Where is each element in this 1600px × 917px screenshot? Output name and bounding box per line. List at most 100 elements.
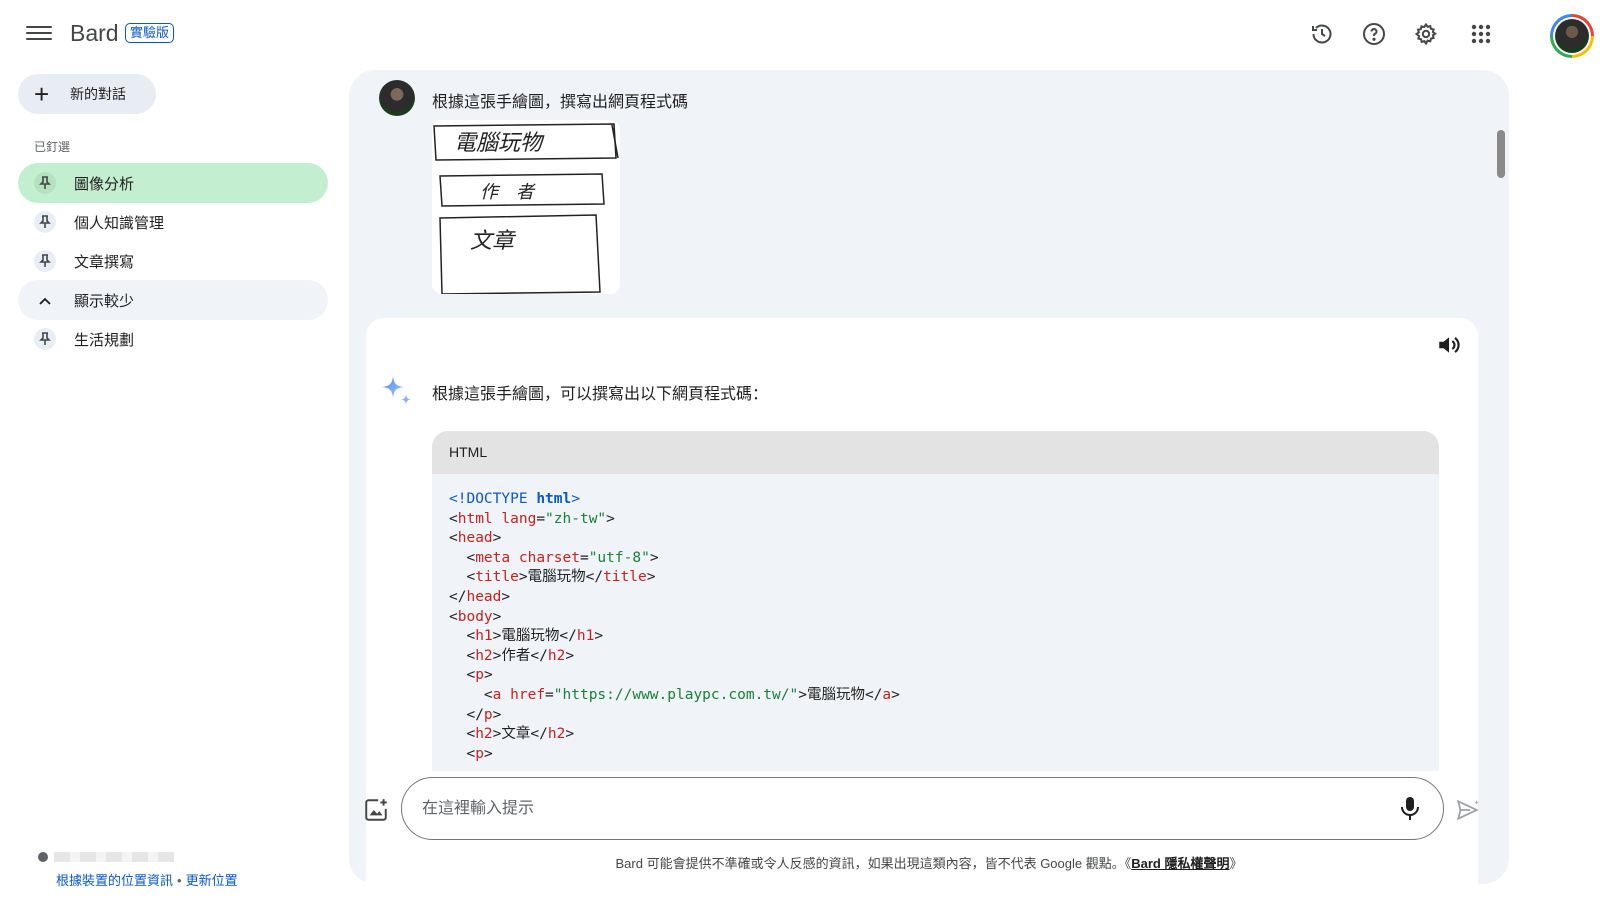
sidebar-item-article-writing[interactable]: 文章撰寫 — [18, 241, 328, 281]
code-token: p — [475, 745, 484, 762]
code-token: > — [483, 745, 493, 762]
pin-icon — [34, 211, 56, 233]
code-line: <h2>文章</h2> — [449, 725, 1422, 745]
code-token: >電腦玩物</ — [798, 686, 883, 703]
plus-icon: + — [34, 79, 50, 109]
code-token: h2 — [475, 647, 493, 664]
code-line: <meta charset="utf-8"> — [449, 549, 1422, 569]
code-token: > — [594, 628, 604, 645]
sidebar-item-pkm[interactable]: 個人知識管理 — [18, 202, 328, 242]
uploaded-sketch-image[interactable]: 電腦玩物 作 者 文章 — [432, 120, 620, 294]
code-token: = — [536, 510, 546, 527]
sidebar-item-label: 文章撰寫 — [74, 253, 135, 271]
code-token: "https://www.playpc.com.tw/" — [553, 686, 799, 703]
code-token: < — [449, 647, 476, 664]
code-line: <h1>電腦玩物</h1> — [449, 627, 1422, 647]
code-token: title — [603, 569, 647, 586]
update-location-link[interactable]: 更新位置 — [186, 873, 238, 888]
code-token: p — [475, 667, 484, 684]
code-token: href — [510, 686, 546, 703]
code-block: HTML <!DOCTYPE html> <html lang="zh-tw"> <… — [432, 431, 1439, 771]
code-token: > — [891, 686, 900, 703]
sketch-author-text: 作 者 — [480, 182, 536, 203]
code-token: < — [449, 549, 476, 566]
disclaimer-end: 》 — [1229, 856, 1243, 871]
code-token: > — [483, 667, 493, 684]
code-line: <!DOCTYPE html> — [449, 490, 1422, 510]
code-token: h1 — [475, 628, 493, 645]
code-token: charset — [518, 549, 580, 566]
pin-icon — [34, 172, 56, 194]
sketch-article-text: 文章 — [470, 229, 517, 254]
code-token: < — [449, 530, 458, 547]
pinned-section-label: 已釘選 — [34, 140, 71, 154]
speaker-icon[interactable] — [1436, 332, 1462, 358]
code-line: <p> — [449, 666, 1422, 686]
code-token: > — [606, 510, 615, 527]
pin-icon — [34, 250, 56, 272]
code-line: <title>電腦玩物</title> — [449, 568, 1422, 588]
location-separator: • — [177, 873, 182, 888]
privacy-link[interactable]: Bard 隱私權聲明 — [1131, 856, 1229, 871]
user-message: 根據這張手繪圖，撰寫出網頁程式碼 — [432, 94, 689, 111]
show-less-button[interactable]: 顯示較少 — [18, 280, 328, 320]
menu-icon[interactable] — [26, 22, 52, 44]
code-token: title — [475, 569, 519, 586]
conversation-panel: 根據這張手繪圖，撰寫出網頁程式碼 電腦玩物 作 者 文章 根據這張手繪圖，可以撰… — [349, 70, 1509, 884]
redacted-location — [54, 851, 174, 862]
code-token: </ — [449, 706, 484, 723]
send-icon[interactable] — [1455, 797, 1483, 825]
add-image-icon[interactable] — [363, 797, 391, 825]
code-line: <p> — [449, 745, 1422, 765]
code-token: <!DOCTYPE — [449, 491, 537, 507]
code-line: <head> — [449, 529, 1422, 549]
sidebar: + 新的對話 已釘選 圖像分析 個人知識管理 文章撰寫 顯示較少 生活規劃 根據… — [0, 68, 340, 917]
bard-sparkle-icon — [380, 374, 414, 408]
location-dot-icon — [38, 851, 48, 862]
sketch-title-text: 電腦玩物 — [454, 131, 545, 156]
sidebar-item-image-analysis[interactable]: 圖像分析 — [18, 163, 328, 203]
settings-icon[interactable] — [1412, 20, 1440, 48]
prompt-input[interactable] — [422, 792, 1382, 826]
code-token: = — [545, 686, 554, 703]
code-token: lang — [501, 510, 537, 527]
code-token: h1 — [576, 628, 595, 645]
code-token: >電腦玩物</ — [492, 628, 577, 645]
new-chat-label: 新的對話 — [70, 86, 126, 102]
code-token: html — [536, 491, 572, 507]
code-line: </head> — [449, 588, 1422, 608]
sidebar-item-label: 個人知識管理 — [74, 214, 165, 232]
code-token: a — [882, 686, 892, 703]
user-avatar — [379, 80, 415, 116]
apps-icon[interactable] — [1467, 20, 1495, 48]
code-token: > — [649, 549, 659, 566]
sidebar-item-life-planning[interactable]: 生活規劃 — [18, 319, 328, 359]
code-token: meta — [475, 549, 511, 566]
code-token: < — [449, 686, 493, 703]
code-token: p — [483, 706, 493, 723]
brand-name[interactable]: Bard — [70, 20, 119, 47]
code-content[interactable]: <!DOCTYPE html> <html lang="zh-tw"> <head>… — [432, 474, 1439, 771]
device-location-link[interactable]: 根據裝置的位置資訊 — [56, 873, 173, 888]
sidebar-item-label: 圖像分析 — [74, 175, 135, 193]
code-token: < — [449, 510, 458, 527]
account-avatar[interactable] — [1550, 14, 1594, 58]
response-intro-text: 根據這張手繪圖，可以撰寫出以下網頁程式碼： — [432, 386, 769, 403]
help-icon[interactable] — [1360, 20, 1388, 48]
top-bar: Bard 實驗版 — [0, 0, 1600, 68]
code-line: <h2>作者</h2> — [449, 647, 1422, 667]
scrollbar-thumb[interactable] — [1497, 130, 1505, 178]
code-token: >電腦玩物</ — [518, 569, 604, 586]
code-token: >文章</ — [492, 726, 548, 743]
history-icon[interactable] — [1308, 20, 1336, 48]
code-token: < — [449, 745, 476, 762]
new-chat-button[interactable]: + 新的對話 — [18, 74, 156, 114]
microphone-icon[interactable] — [1399, 796, 1423, 822]
code-token: > — [492, 608, 502, 625]
code-token: > — [565, 647, 575, 664]
code-line: <html lang="zh-tw"> — [449, 510, 1422, 530]
code-token: > — [571, 491, 580, 507]
code-token: = — [579, 549, 589, 566]
